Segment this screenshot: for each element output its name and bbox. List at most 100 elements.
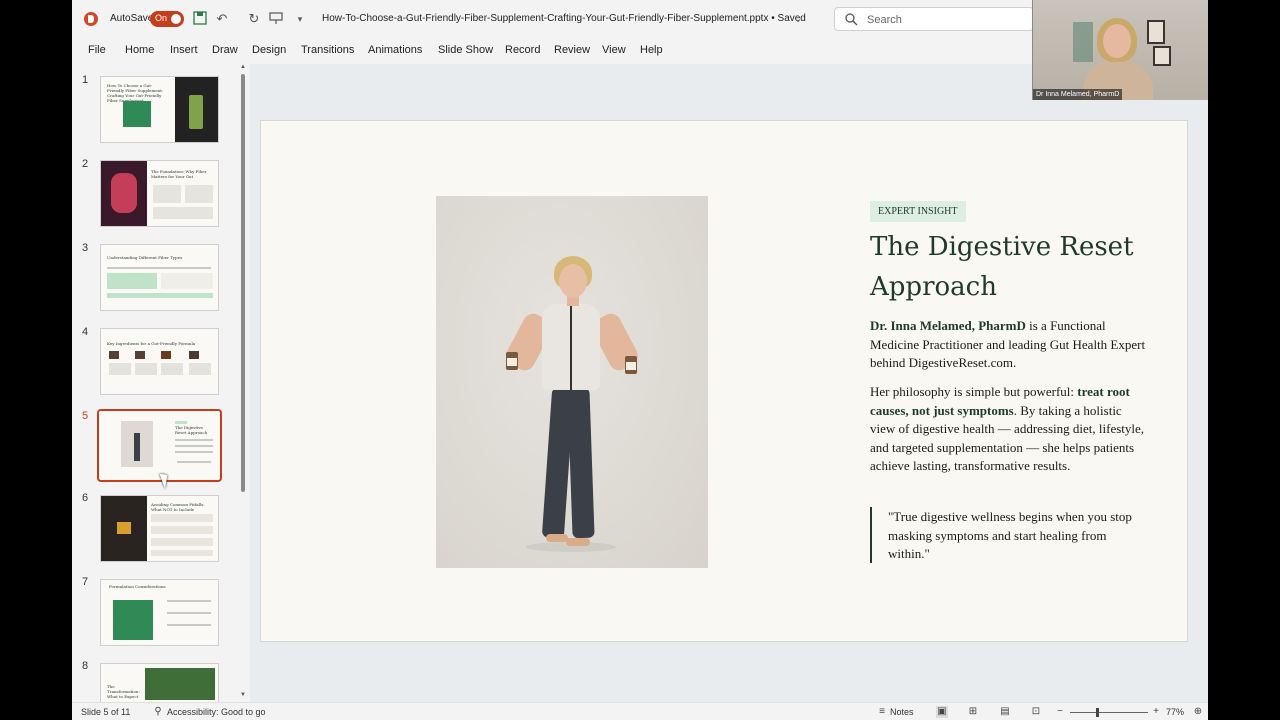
powerpoint-window: AutoSave On ↶ ↻ ▾ How-To-Choose-a-Gut-Fr…: [72, 0, 1208, 720]
scroll-up-icon[interactable]: ▲: [239, 64, 247, 70]
thumbnail-number: 2: [82, 158, 89, 170]
slide-thumbnail-3[interactable]: Understanding Different Fiber Types: [100, 244, 219, 311]
green-smoothie-image: [189, 95, 203, 129]
thumbnail-title: Formulation Considerations: [109, 584, 166, 589]
thumbnail-title: The Transformation: What to Expect: [107, 684, 140, 699]
document-title[interactable]: How-To-Choose-a-Gut-Friendly-Fiber-Suppl…: [322, 13, 806, 24]
scroll-down-icon[interactable]: ▼: [239, 692, 247, 698]
ingredient-image: [161, 351, 171, 359]
text-line: [175, 451, 213, 453]
text-line: [177, 461, 211, 463]
present-icon[interactable]: [268, 11, 284, 27]
tab-record[interactable]: Record: [505, 44, 540, 56]
figure-shape: [134, 433, 140, 461]
presenter-name-label: Dr Inna Melamed, PharmD: [1033, 89, 1123, 100]
tab-review[interactable]: Review: [554, 44, 590, 56]
info-card: [185, 185, 213, 203]
thumbnail-title: How To Choose a Gut-Friendly Fiber Suppl…: [107, 83, 164, 103]
slide-thumbnail-1[interactable]: How To Choose a Gut-Friendly Fiber Suppl…: [100, 76, 219, 143]
title-chevron-down-icon[interactable]: ⌄: [790, 11, 806, 27]
thumbnails-scrollbar[interactable]: ▲ ▼: [239, 64, 247, 702]
search-icon: [845, 13, 858, 26]
expert-insight-badge[interactable]: EXPERT INSIGHT: [870, 201, 966, 222]
thumbnail-number: 6: [82, 492, 89, 504]
undo-icon[interactable]: ↶: [214, 11, 230, 27]
reading-view-icon[interactable]: ▤: [999, 706, 1011, 718]
thumbnail-title: Understanding Different Fiber Types: [107, 255, 183, 260]
zoom-slider-knob[interactable]: [1096, 708, 1099, 717]
tab-view[interactable]: View: [602, 44, 626, 56]
accessibility-status[interactable]: Accessibility: Good to go: [167, 707, 266, 717]
tab-animations[interactable]: Animations: [368, 44, 422, 56]
slide-thumbnail-4[interactable]: Key Ingredients for a Gut-Friendly Formu…: [100, 328, 219, 395]
text-line: [107, 267, 211, 269]
expert-name: Dr. Inna Melamed, PharmD: [870, 318, 1026, 333]
text-block: [151, 514, 213, 522]
slide-thumbnail-6[interactable]: Avoiding Common Pitfalls: What NOT to In…: [100, 495, 219, 562]
presenter-webcam: Dr Inna Melamed, PharmD: [1032, 0, 1208, 100]
tab-transitions[interactable]: Transitions: [301, 44, 354, 56]
text-line: [175, 445, 213, 447]
zoom-level[interactable]: 77%: [1166, 707, 1184, 717]
tab-design[interactable]: Design: [252, 44, 286, 56]
slide-sorter-icon[interactable]: ⊞: [967, 706, 979, 718]
leaf-image: [145, 668, 215, 700]
expert-portrait-image[interactable]: [436, 196, 708, 568]
redo-icon[interactable]: ↻: [246, 11, 262, 27]
customize-toolbar-icon[interactable]: ▾: [292, 11, 308, 27]
zoom-slider[interactable]: [1070, 712, 1148, 713]
tab-draw[interactable]: Draw: [212, 44, 238, 56]
slide-show-icon[interactable]: ⊡: [1030, 706, 1042, 718]
slide-title[interactable]: The Digestive Reset Approach: [870, 227, 1160, 307]
tab-help[interactable]: Help: [640, 44, 663, 56]
fit-to-window-icon[interactable]: ⊕: [1192, 706, 1204, 718]
slide-thumbnail-5[interactable]: The Digestive Reset Approach: [97, 409, 222, 482]
text-line: [175, 439, 213, 441]
zoom-in-icon[interactable]: +: [1150, 706, 1162, 718]
insoluble-card: [161, 273, 213, 289]
badge-shape: [175, 421, 187, 424]
bio-paragraph[interactable]: Dr. Inna Melamed, PharmD is a Functional…: [870, 317, 1150, 373]
accessibility-icon[interactable]: ⚲: [152, 706, 164, 718]
info-card: [153, 207, 213, 219]
thumbnail-number: 7: [82, 576, 89, 588]
autosave-toggle[interactable]: On: [150, 11, 184, 27]
notes-button[interactable]: Notes: [890, 707, 914, 717]
philosophy-lead: Her philosophy is simple but powerful:: [870, 384, 1078, 399]
slide-thumbnail-8[interactable]: The Transformation: What to Expect: [100, 663, 219, 702]
thumbnails-scroll-thumb[interactable]: [241, 74, 245, 492]
tip-bar: [107, 293, 213, 298]
normal-view-icon[interactable]: ▣: [936, 706, 948, 718]
current-slide[interactable]: EXPERT INSIGHT The Digestive Reset Appro…: [260, 120, 1188, 642]
autosave-state: On: [155, 13, 168, 23]
supplement-jar-right-icon: [625, 356, 637, 374]
supplement-jar-left-icon: [506, 352, 518, 370]
tab-slide-show[interactable]: Slide Show: [438, 44, 493, 56]
pillars-image: [113, 600, 153, 640]
philosophy-paragraph[interactable]: Her philosophy is simple but powerful: t…: [870, 383, 1150, 476]
text-block: [151, 550, 213, 556]
tab-file[interactable]: File: [88, 44, 106, 56]
text-block: [109, 363, 131, 375]
status-bar: Slide 5 of 11 ⚲ Accessibility: Good to g…: [72, 702, 1208, 720]
soluble-card: [107, 273, 157, 289]
expert-quote[interactable]: "True digestive wellness begins when you…: [888, 508, 1148, 564]
thumbnail-number: 1: [82, 74, 89, 86]
thumbnail-title: The Foundation: Why Fiber Matters for Yo…: [151, 169, 207, 179]
search-box[interactable]: Search: [834, 7, 1034, 31]
tab-home[interactable]: Home: [125, 44, 154, 56]
save-icon[interactable]: [192, 11, 208, 27]
tab-insert[interactable]: Insert: [170, 44, 198, 56]
quote-accent-bar: [870, 507, 872, 563]
slide-thumbnail-7[interactable]: Formulation Considerations: [100, 579, 219, 646]
powerpoint-logo-icon: [84, 12, 98, 26]
zoom-out-icon[interactable]: −: [1054, 706, 1066, 718]
thumbnail-title: The Digestive Reset Approach: [175, 425, 208, 435]
notes-icon[interactable]: ≡: [876, 706, 888, 718]
autosave-label: AutoSave: [110, 13, 154, 24]
slide-indicator: Slide 5 of 11: [81, 707, 131, 717]
text-block: [189, 363, 211, 375]
slide-thumbnail-2[interactable]: The Foundation: Why Fiber Matters for Yo…: [100, 160, 219, 227]
pillars-image: [123, 101, 151, 127]
text-block: [135, 363, 157, 375]
